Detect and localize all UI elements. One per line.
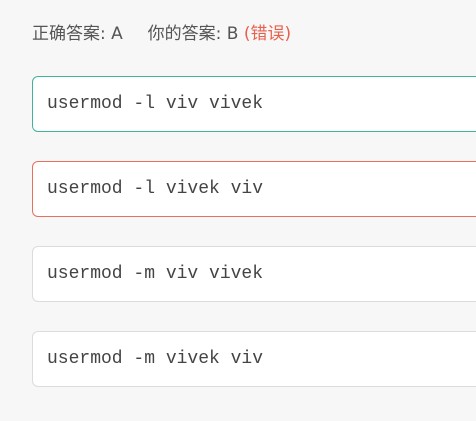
option-b[interactable]: usermod -l vivek viv <box>32 161 476 217</box>
option-d-text: usermod -m vivek viv <box>47 349 264 369</box>
answer-summary: 正确答案: A 你的答案: B (错误) <box>32 22 291 46</box>
option-a-text: usermod -l viv vivek <box>47 94 264 114</box>
your-answer-value: B <box>226 24 239 44</box>
correct-answer-value: A <box>111 24 123 44</box>
option-a[interactable]: usermod -l viv vivek <box>32 76 476 132</box>
option-b-text: usermod -l vivek viv <box>47 179 264 199</box>
correct-answer-label: 正确答案: <box>32 24 106 44</box>
option-c[interactable]: usermod -m viv vivek <box>32 246 476 302</box>
your-answer-label: 你的答案: <box>147 24 222 44</box>
option-c-text: usermod -m viv vivek <box>47 264 264 284</box>
result-status: (错误) <box>243 24 292 44</box>
option-d[interactable]: usermod -m vivek viv <box>32 331 476 387</box>
